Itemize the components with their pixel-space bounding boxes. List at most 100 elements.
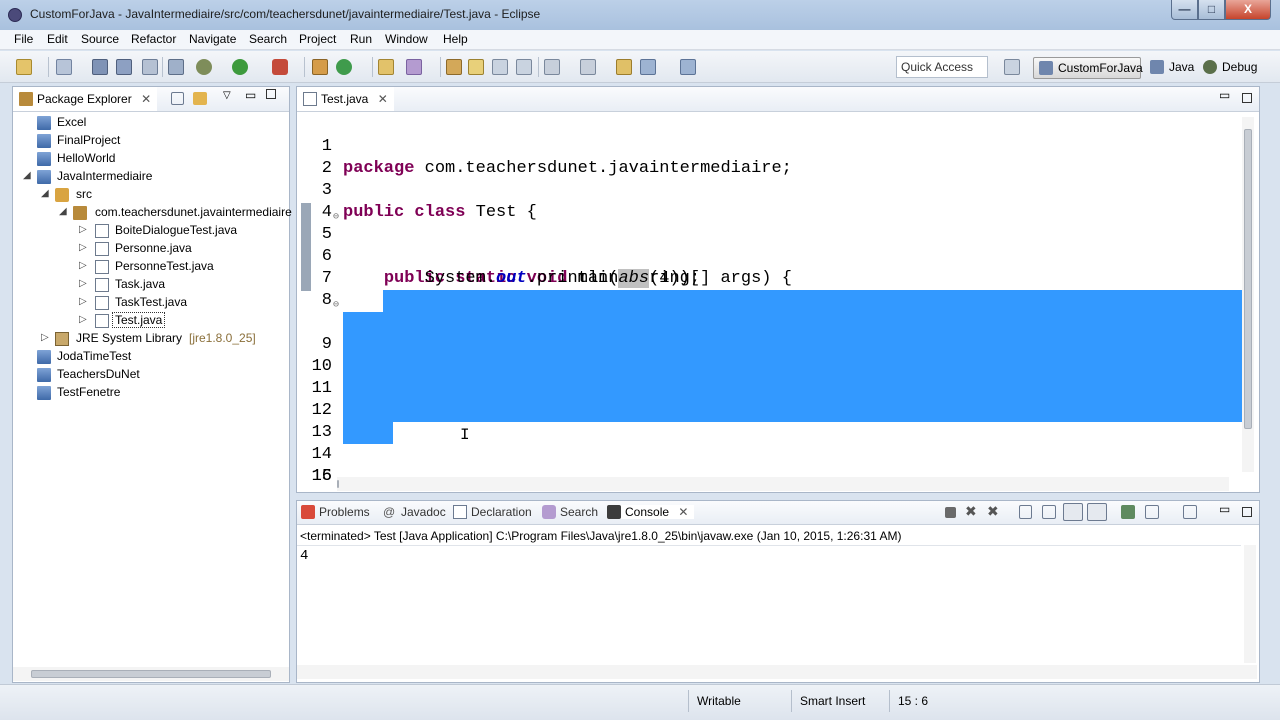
maximize-button[interactable]: □ — [1198, 0, 1225, 20]
next-annotation-icon[interactable] — [544, 59, 560, 75]
scrollbar-thumb[interactable] — [337, 480, 339, 488]
status-insert-mode: Smart Insert — [791, 690, 891, 712]
expand-arrow-icon[interactable]: ▷ — [79, 242, 89, 253]
menu-run[interactable]: Run — [350, 32, 372, 46]
expand-arrow-icon[interactable]: ▷ — [79, 224, 89, 235]
editor-tab-test-java[interactable]: Test.java ✕ — [297, 87, 394, 111]
perspective-icon — [1039, 61, 1053, 75]
scrollbar-thumb[interactable] — [1244, 129, 1252, 429]
search-icon[interactable] — [406, 59, 422, 75]
menu-window[interactable]: Window — [385, 32, 428, 46]
code-line: 4 — [321, 203, 332, 222]
word-wrap-icon[interactable] — [1063, 503, 1083, 521]
horizontal-scrollbar[interactable] — [297, 665, 1257, 679]
previous-annotation-icon[interactable] — [580, 59, 596, 75]
expand-arrow-icon[interactable]: ▷ — [79, 314, 89, 325]
run-icon[interactable] — [232, 59, 248, 75]
new-icon[interactable] — [16, 59, 32, 75]
package-explorer-tab[interactable]: Package Explorer ✕ — [13, 87, 158, 111]
perspective-debug[interactable]: Debug — [1198, 57, 1264, 79]
menu-bar: File Edit Source Refactor Navigate Searc… — [0, 30, 1280, 50]
forward-icon[interactable] — [680, 59, 696, 75]
skip-breakpoints-icon[interactable] — [168, 59, 184, 75]
project-icon — [37, 134, 51, 148]
open-type-icon[interactable] — [378, 59, 394, 75]
horizontal-scrollbar[interactable] — [13, 667, 289, 681]
selection-highlight — [383, 290, 1242, 312]
minimize-view-icon[interactable]: ▭ — [245, 88, 256, 102]
menu-search[interactable]: Search — [249, 32, 287, 46]
perspective-java[interactable]: Java — [1145, 57, 1197, 79]
expand-arrow-icon[interactable]: ▷ — [79, 260, 89, 271]
menu-refactor[interactable]: Refactor — [131, 32, 176, 46]
show-whitespace-icon[interactable] — [492, 59, 508, 75]
code-line-selected: 12 } else { — [298, 356, 1242, 442]
toolbar-separator — [304, 57, 305, 77]
debug-icon[interactable] — [196, 59, 212, 75]
run-external-icon[interactable] — [272, 59, 288, 75]
tab-search[interactable]: Search — [542, 505, 598, 519]
vertical-scrollbar[interactable] — [1244, 545, 1256, 663]
collapse-arrow-icon[interactable]: ◢ — [23, 170, 33, 181]
expand-arrow-icon[interactable]: ▷ — [41, 332, 51, 343]
scroll-lock-icon[interactable] — [1042, 505, 1056, 519]
close-window-button[interactable]: X — [1225, 0, 1271, 20]
toggle-mark-icon[interactable] — [446, 59, 462, 75]
tab-declaration[interactable]: Declaration — [453, 505, 532, 519]
minimize-view-icon[interactable]: ▭ — [1219, 502, 1230, 516]
maximize-view-icon[interactable] — [1242, 93, 1252, 103]
print-icon[interactable] — [142, 59, 158, 75]
quick-access-field[interactable]: Quick Access — [896, 56, 988, 78]
scrollbar-thumb[interactable] — [31, 670, 271, 678]
menu-project[interactable]: Project — [299, 32, 336, 46]
expand-arrow-icon[interactable]: ▷ — [79, 296, 89, 307]
tab-console[interactable]: Console ✕ — [607, 505, 695, 519]
menu-source[interactable]: Source — [81, 32, 119, 46]
menu-file[interactable]: File — [14, 32, 33, 46]
close-tab-icon[interactable]: ✕ — [378, 92, 388, 106]
back-icon[interactable] — [640, 59, 656, 75]
terminate-icon[interactable] — [945, 507, 956, 518]
maximize-view-icon[interactable] — [1242, 507, 1252, 517]
close-tab-icon[interactable]: ✕ — [141, 92, 151, 106]
java-file-icon — [95, 314, 109, 328]
menu-edit[interactable]: Edit — [47, 32, 68, 46]
collapse-arrow-icon[interactable]: ◢ — [59, 206, 69, 217]
collapse-all-icon[interactable] — [171, 92, 184, 105]
tab-problems[interactable]: Problems — [301, 505, 370, 519]
code-line: 8 — [321, 291, 332, 310]
pin-console-icon[interactable] — [1121, 505, 1135, 519]
collapse-arrow-icon[interactable]: ◢ — [41, 188, 51, 199]
horizontal-scrollbar[interactable] — [337, 477, 1229, 491]
show-on-output-icon[interactable] — [1087, 503, 1107, 521]
view-menu-icon[interactable]: ▽ — [223, 90, 231, 101]
minimize-button[interactable]: — — [1171, 0, 1198, 20]
save-all-icon[interactable] — [116, 59, 132, 75]
remove-all-launches-icon[interactable]: ✖ — [987, 503, 999, 520]
expand-arrow-icon[interactable]: ▷ — [79, 278, 89, 289]
open-icon[interactable] — [56, 59, 72, 75]
clear-console-icon[interactable] — [1019, 505, 1032, 519]
minimize-view-icon[interactable]: ▭ — [1219, 88, 1230, 102]
new-class-icon[interactable] — [336, 59, 352, 75]
maximize-view-icon[interactable] — [266, 89, 276, 99]
code-editor[interactable]: 1 package com.teachersdunet.javaintermed… — [298, 112, 1242, 480]
menu-help[interactable]: Help — [443, 32, 468, 46]
code-line-selected: 11 return value; — [298, 334, 1242, 420]
open-console-icon[interactable] — [1183, 505, 1197, 519]
close-tab-icon[interactable]: ✕ — [678, 505, 688, 519]
word-wrap-icon[interactable] — [516, 59, 532, 75]
display-console-icon[interactable] — [1145, 505, 1159, 519]
perspective-customforjava[interactable]: CustomForJava — [1033, 57, 1143, 79]
tab-javadoc[interactable]: @ Javadoc — [383, 505, 446, 519]
open-perspective-icon[interactable] — [1004, 59, 1020, 75]
remove-launch-icon[interactable]: ✖ — [965, 503, 977, 520]
save-icon[interactable] — [92, 59, 108, 75]
new-java-project-icon[interactable] — [312, 59, 328, 75]
toggle-block-icon[interactable] — [468, 59, 484, 75]
link-with-editor-icon[interactable] — [193, 92, 207, 105]
last-edit-icon[interactable] — [616, 59, 632, 75]
menu-navigate[interactable]: Navigate — [189, 32, 236, 46]
vertical-scrollbar[interactable] — [1242, 117, 1254, 472]
console-output-area[interactable]: 4 — [297, 545, 1241, 665]
